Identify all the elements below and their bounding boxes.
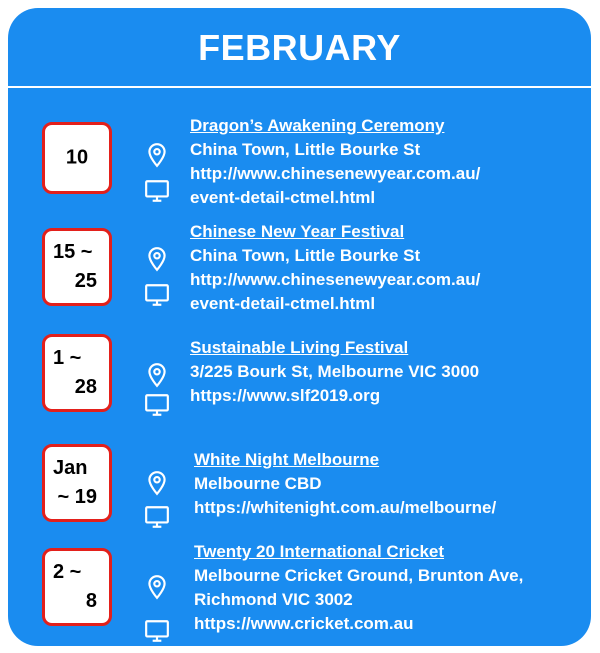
- monitor-icon: [145, 284, 169, 306]
- event-details: Twenty 20 International Cricket Melbourn…: [194, 540, 523, 636]
- event-url[interactable]: https://whitenight.com.au/melbourne/: [194, 496, 496, 520]
- event-location: China Town, Little Bourke St: [190, 140, 421, 159]
- monitor-icon: [145, 620, 169, 642]
- event-url-line-2[interactable]: event-detail-ctmel.html: [190, 186, 480, 210]
- monitor-icon: [145, 180, 169, 202]
- date-end: ~ 19: [57, 486, 97, 508]
- event-title-link[interactable]: Twenty 20 International Cricket: [194, 540, 523, 564]
- event-item: 2 ~ 8 Twenty 20 International Cricket Me…: [8, 536, 591, 646]
- map-pin-icon: [148, 363, 166, 388]
- date-start: Jan: [53, 457, 88, 479]
- event-details: White Night Melbourne Melbourne CBD http…: [194, 448, 496, 520]
- monitor-icon: [145, 394, 169, 416]
- event-url-line-1[interactable]: http://www.chinesenewyear.com.au/: [190, 268, 480, 292]
- date-end: 8: [85, 590, 97, 612]
- date-start: 2 ~: [53, 561, 82, 583]
- event-location-line-2: Richmond VIC 3002: [194, 590, 353, 609]
- event-location: Melbourne CBD: [194, 474, 322, 493]
- date-badge: Jan ~ 19: [42, 444, 112, 522]
- map-pin-icon: [148, 247, 166, 272]
- date-text: 10: [65, 146, 89, 169]
- event-location: 3/225 Bourk St, Melbourne VIC 3000: [190, 362, 480, 381]
- event-location: China Town, Little Bourke St: [190, 246, 421, 265]
- date-badge: 15 ~ 25: [42, 228, 112, 306]
- event-url-line-2[interactable]: event-detail-ctmel.html: [190, 292, 480, 316]
- event-url[interactable]: https://www.cricket.com.au: [194, 612, 523, 636]
- date-start: 1 ~: [53, 347, 82, 369]
- date-badge: 2 ~ 8: [42, 548, 112, 626]
- header-divider: [8, 86, 591, 88]
- calendar-card: FEBRUARY 10 Dragon’s Awakening Ceremony …: [8, 8, 591, 646]
- monitor-icon: [145, 506, 169, 528]
- event-title-link[interactable]: Chinese New Year Festival: [190, 220, 480, 244]
- event-title-link[interactable]: White Night Melbourne: [194, 448, 496, 472]
- event-item: 10 Dragon’s Awakening Ceremony China Tow…: [8, 104, 591, 214]
- event-details: Dragon’s Awakening Ceremony China Town, …: [190, 114, 480, 210]
- event-item: 1 ~ 28 Sustainable Living Festival 3/225…: [8, 326, 591, 426]
- date-badge: 1 ~ 28: [42, 334, 112, 412]
- date-end: 28: [74, 376, 97, 398]
- event-url[interactable]: https://www.slf2019.org: [190, 384, 479, 408]
- event-details: Chinese New Year Festival China Town, Li…: [190, 220, 480, 316]
- date-start: 15 ~: [53, 241, 93, 263]
- event-details: Sustainable Living Festival 3/225 Bourk …: [190, 336, 479, 408]
- map-pin-icon: [148, 143, 166, 168]
- map-pin-icon: [148, 575, 166, 600]
- event-title-link[interactable]: Sustainable Living Festival: [190, 336, 479, 360]
- event-item: Jan ~ 19 White Night Melbourne Melbourne…: [8, 436, 591, 536]
- event-title-link[interactable]: Dragon’s Awakening Ceremony: [190, 114, 480, 138]
- date-badge: 10: [42, 122, 112, 194]
- map-pin-icon: [148, 471, 166, 496]
- event-location-line-1: Melbourne Cricket Ground, Brunton Ave,: [194, 566, 524, 585]
- month-title: FEBRUARY: [198, 27, 401, 68]
- header: FEBRUARY: [8, 8, 591, 88]
- event-item: 15 ~ 25 Chinese New Year Festival China …: [8, 208, 591, 318]
- date-end: 25: [74, 270, 97, 292]
- event-url-line-1[interactable]: http://www.chinesenewyear.com.au/: [190, 162, 480, 186]
